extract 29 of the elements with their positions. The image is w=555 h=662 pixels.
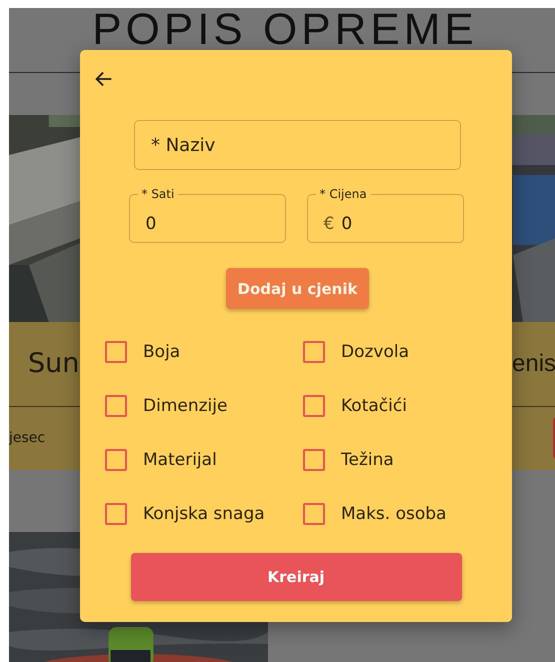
checkbox-label: Maks. osoba: [341, 504, 446, 524]
card-subtitle: jesec: [9, 430, 46, 446]
checkbox[interactable]: [105, 340, 127, 362]
checkbox-label: Kotačići: [341, 396, 407, 416]
currency-prefix: €: [324, 214, 334, 234]
field-label: * Cijena: [318, 186, 368, 202]
checkbox[interactable]: [105, 502, 127, 524]
field-value[interactable]: 0: [146, 214, 206, 234]
input-field[interactable]: * Naziv: [134, 120, 461, 170]
create-button[interactable]: Kreiraj: [130, 553, 462, 601]
checkbox[interactable]: [303, 340, 325, 362]
checkbox-label: Dimenzije: [143, 396, 228, 416]
checkbox[interactable]: [105, 394, 127, 416]
field-value[interactable]: 0: [341, 214, 402, 234]
page-heading: POPIS OPREME: [91, 8, 479, 52]
checkbox-label: Konjska snaga: [143, 504, 265, 524]
input-field[interactable]: * Sati 0: [128, 186, 286, 243]
checkbox[interactable]: [303, 448, 325, 470]
card-title: Sun: [28, 348, 80, 380]
card-title: enis: [512, 349, 555, 379]
checkbox-label: Težina: [341, 450, 394, 470]
checkbox[interactable]: [303, 394, 325, 416]
checkbox-label: Materijal: [143, 450, 217, 470]
checkbox-label: Dozvola: [341, 342, 410, 362]
checkbox-label: Boja: [143, 342, 180, 362]
input-field[interactable]: * Cijena € 0: [306, 186, 464, 243]
field-label: * Sati: [140, 186, 176, 202]
checkbox[interactable]: [303, 502, 325, 524]
checkbox[interactable]: [105, 448, 127, 470]
